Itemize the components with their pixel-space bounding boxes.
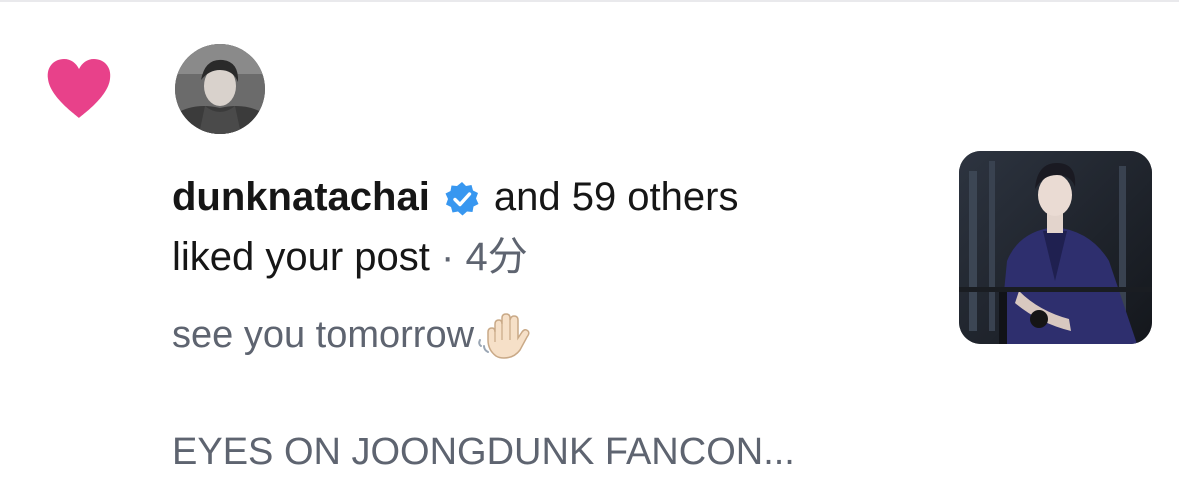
heart-icon — [46, 58, 112, 120]
verified-badge-icon — [444, 179, 480, 216]
post-headline: EYES ON JOONGDUNK FANCON... — [172, 431, 795, 473]
post-caption: see you tomorrow — [172, 310, 532, 360]
notification-headline: dunknatachai and 59 others — [172, 172, 738, 222]
post-thumbnail[interactable] — [959, 151, 1152, 344]
notification-item[interactable]: dunknatachai and 59 others liked your po… — [0, 0, 1179, 495]
notification-action: liked your post · 4分 — [172, 232, 528, 282]
action-text: liked your post — [172, 235, 430, 279]
waving-hand-icon — [476, 310, 532, 360]
timestamp: 4分 — [465, 235, 528, 279]
separator: · — [429, 235, 466, 279]
username-link[interactable]: dunknatachai — [172, 172, 430, 222]
avatar[interactable] — [175, 44, 265, 134]
others-count-text[interactable]: and 59 others — [494, 172, 739, 222]
caption-text: see you tomorrow — [172, 314, 475, 356]
